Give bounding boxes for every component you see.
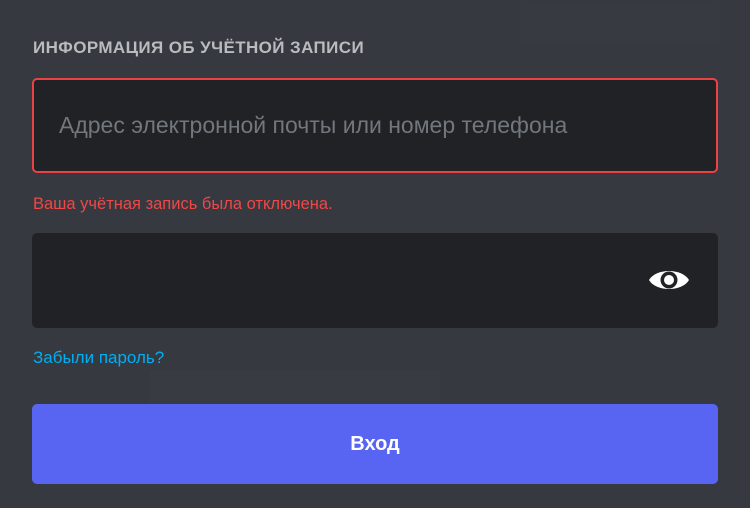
eye-icon — [649, 271, 689, 289]
background-shape — [520, 6, 720, 46]
background-shape — [300, 180, 540, 230]
email-placeholder: Адрес электронной почты или номер телефо… — [59, 112, 568, 138]
password-input[interactable] — [32, 233, 718, 328]
login-button-label: Вход — [350, 432, 400, 455]
account-info-label: ИНФОРМАЦИЯ ОБ УЧЁТНОЙ ЗАПИСИ — [33, 38, 365, 57]
login-page: ИНФОРМАЦИЯ ОБ УЧЁТНОЙ ЗАПИСИ Адрес элект… — [0, 0, 750, 508]
forgot-password-link[interactable]: Забыли пароль? — [33, 348, 164, 368]
login-button[interactable]: Вход — [32, 404, 718, 484]
show-password-toggle[interactable] — [646, 263, 692, 297]
account-disabled-error: Ваша учётная запись была отключена. — [33, 195, 333, 213]
email-or-phone-input[interactable]: Адрес электронной почты или номер телефо… — [32, 78, 718, 173]
